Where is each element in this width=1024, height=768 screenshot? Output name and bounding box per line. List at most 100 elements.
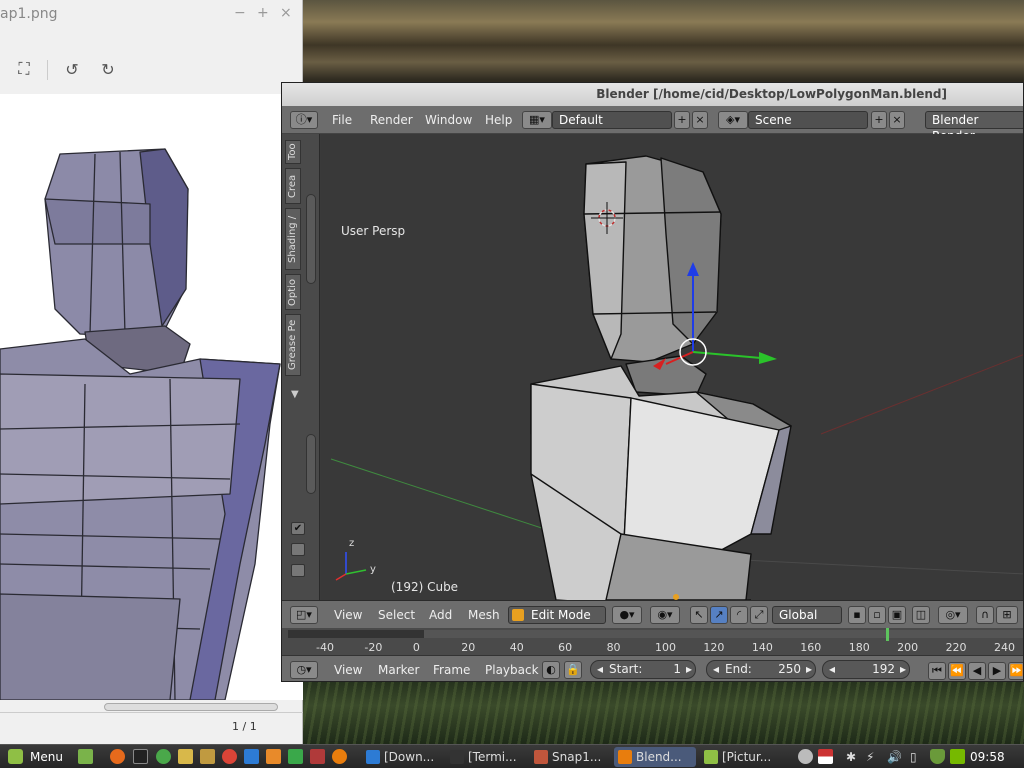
limit-selection-icon[interactable]: ◫ — [912, 606, 930, 624]
pivot-point-icon[interactable]: ◉▾ — [650, 606, 680, 624]
menu-add[interactable]: Add — [429, 605, 452, 625]
remove-layout-icon[interactable]: × — [692, 111, 708, 129]
menu-help[interactable]: Help — [485, 110, 512, 130]
shading-mode-icon[interactable]: ●▾ — [612, 606, 642, 624]
increment-icon[interactable]: ▸ — [806, 661, 812, 678]
shelf-scrollbar-bottom[interactable] — [306, 434, 316, 494]
shelf-checkbox-2[interactable] — [291, 543, 305, 556]
tab-grease-pencil[interactable]: Grease Pe — [285, 314, 301, 376]
current-frame-indicator[interactable] — [885, 628, 889, 641]
software-manager-icon[interactable] — [156, 749, 171, 764]
tab-create[interactable]: Crea — [285, 168, 301, 204]
network-icon[interactable]: ⚡ — [866, 747, 874, 767]
horizontal-scrollbar[interactable] — [104, 703, 278, 711]
shelf-checkbox-3[interactable] — [291, 564, 305, 577]
terminal-icon[interactable] — [133, 749, 148, 764]
taskbar-task[interactable]: [Down... — [362, 747, 442, 767]
close-icon[interactable]: × — [280, 5, 292, 21]
decrement-icon[interactable]: ◂ — [829, 661, 835, 678]
timeline-scrubber-bar[interactable] — [288, 630, 424, 638]
menu-select[interactable]: Select — [378, 605, 415, 625]
screen-layout-icon[interactable]: ▦▾ — [522, 111, 552, 129]
increment-icon[interactable]: ▸ — [686, 661, 692, 678]
clock[interactable]: 09:58 — [970, 747, 1005, 767]
keyboard-layout-flag-icon[interactable] — [818, 749, 833, 764]
files-icon[interactable] — [178, 749, 193, 764]
update-shield-icon[interactable] — [930, 749, 945, 764]
menu-render[interactable]: Render — [370, 110, 413, 130]
game-icon[interactable] — [310, 749, 325, 764]
add-layout-icon[interactable]: + — [674, 111, 690, 129]
lock-icon[interactable]: 🔒 — [564, 661, 582, 679]
blender-titlebar[interactable]: Blender [/home/cid/Desktop/LowPolygonMan… — [282, 83, 1023, 106]
add-scene-icon[interactable]: + — [871, 111, 887, 129]
proportional-edit-icon[interactable]: ◎▾ — [938, 606, 968, 624]
show-desktop-icon[interactable] — [78, 749, 93, 764]
bluetooth-icon[interactable]: ✱ — [846, 747, 856, 767]
next-keyframe-icon[interactable]: ⏩ — [1008, 662, 1023, 680]
menu-file[interactable]: File — [332, 110, 352, 130]
maximize-icon[interactable]: + — [257, 5, 269, 21]
editor-type-info-icon[interactable]: ⓘ▾ — [290, 111, 318, 129]
vertex-select-icon[interactable]: ▪ — [848, 606, 866, 624]
shelf-checkbox-1[interactable]: ✔ — [291, 522, 305, 535]
scene-field[interactable]: Scene — [748, 111, 868, 129]
timeline-menu-frame[interactable]: Frame — [433, 660, 470, 680]
scale-icon[interactable]: ⤢ — [750, 606, 768, 624]
volume-icon[interactable]: 🔊 — [887, 747, 902, 767]
mint-logo-icon[interactable] — [8, 749, 23, 764]
editor-type-3d-icon[interactable]: ◰▾ — [290, 606, 318, 624]
tab-options[interactable]: Optio — [285, 274, 301, 310]
tab-tools[interactable]: Too — [285, 140, 301, 164]
end-frame-field[interactable]: ◂ End: 250 ▸ — [706, 660, 816, 679]
current-frame-field[interactable]: ◂ 192 ▸ — [822, 660, 910, 679]
increment-icon[interactable]: ▸ — [900, 661, 906, 678]
taskbar-task[interactable]: [Pictur... — [700, 747, 786, 767]
taskbar-task[interactable]: Snap1... — [530, 747, 610, 767]
timeline-menu-playback[interactable]: Playback — [485, 660, 539, 680]
menu-window[interactable]: Window — [425, 110, 472, 130]
tab-shading[interactable]: Shading / — [285, 208, 301, 270]
scene-icon[interactable]: ◈▾ — [718, 111, 748, 129]
menu-button[interactable]: Menu — [30, 747, 63, 767]
minimize-icon[interactable]: − — [234, 5, 246, 21]
timeline[interactable]: -40 -20 0 20 40 60 80 100 120 140 160 180 200 220 240 — [282, 628, 1023, 655]
fit-window-icon[interactable]: ⛶ — [13, 58, 35, 80]
jump-start-icon[interactable]: ⏮ — [928, 662, 946, 680]
menu-view[interactable]: View — [334, 605, 362, 625]
edge-select-icon[interactable]: ▫ — [868, 606, 886, 624]
rotate-right-icon[interactable]: ↻ — [97, 58, 119, 80]
menu-mesh[interactable]: Mesh — [468, 605, 500, 625]
manipulator-toggle-icon[interactable]: ↖ — [690, 606, 708, 624]
face-select-icon[interactable]: ▣ — [888, 606, 906, 624]
chrome-icon[interactable] — [222, 749, 237, 764]
snap-element-icon[interactable]: ⊞ — [996, 606, 1018, 624]
snap-toggle-icon[interactable]: ∩ — [976, 606, 994, 624]
taskbar-task[interactable]: [Termi... — [446, 747, 526, 767]
calc-icon[interactable] — [288, 749, 303, 764]
decrement-icon[interactable]: ◂ — [597, 661, 603, 678]
shelf-scrollbar-top[interactable] — [306, 194, 316, 284]
play-icon[interactable]: ▶ — [988, 662, 1006, 680]
user-icon[interactable] — [798, 749, 813, 764]
editor-type-timeline-icon[interactable]: ◷▾ — [290, 661, 318, 679]
keying-icon[interactable]: ◐ — [542, 661, 560, 679]
taskbar-task[interactable]: Blend... — [614, 747, 696, 767]
rotate-icon[interactable]: ◜ — [730, 606, 748, 624]
3d-viewport[interactable]: User Persp z y (192) Cube — [321, 134, 1023, 600]
start-frame-field[interactable]: ◂ Start: 1 ▸ — [590, 660, 696, 679]
gimp-icon[interactable] — [200, 749, 215, 764]
timeline-menu-marker[interactable]: Marker — [378, 660, 419, 680]
battery-icon[interactable]: ▯ — [910, 747, 917, 767]
rotate-left-icon[interactable]: ↺ — [61, 58, 83, 80]
panel-collapse-icon[interactable]: ▼ — [291, 389, 299, 400]
nvidia-icon[interactable] — [950, 749, 965, 764]
remove-scene-icon[interactable]: × — [889, 111, 905, 129]
render-engine-select[interactable]: Blender Render — [925, 111, 1023, 143]
writer-icon[interactable] — [244, 749, 259, 764]
screen-layout-field[interactable]: Default — [552, 111, 672, 129]
blender-launcher-icon[interactable] — [332, 749, 347, 764]
decrement-icon[interactable]: ◂ — [713, 661, 719, 678]
translate-icon[interactable]: ↗ — [710, 606, 728, 624]
prev-keyframe-icon[interactable]: ⏪ — [948, 662, 966, 680]
